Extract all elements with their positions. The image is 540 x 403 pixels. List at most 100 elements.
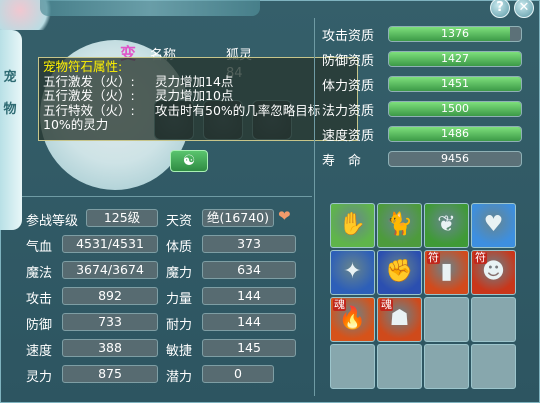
stat-label: 敏捷 xyxy=(166,344,193,359)
stat-value: 0 xyxy=(202,365,274,383)
qualification-value: 1486 xyxy=(441,127,469,140)
qualification-row: 寿 命 9456 xyxy=(316,149,532,169)
qualification-row: 速度资质 1486 xyxy=(316,124,532,144)
stat-label: 天资 xyxy=(166,214,193,229)
stat-value: 634 xyxy=(202,261,296,279)
stat-label: 灵力 xyxy=(26,370,53,385)
skill-cat[interactable]: 🐈 xyxy=(377,203,422,248)
qualification-label: 防御资质 xyxy=(322,54,375,69)
stat-value: 125级 xyxy=(86,209,158,227)
heart-icon[interactable]: ❤ xyxy=(278,209,294,224)
skill-nature[interactable]: ❦ xyxy=(424,203,469,248)
stat-value: 144 xyxy=(202,313,296,331)
qualification-bar: 1376 xyxy=(388,26,522,42)
stat-label: 体质 xyxy=(166,240,193,255)
skill-empty-6[interactable] xyxy=(471,344,516,389)
qualification-label: 法力资质 xyxy=(322,104,375,119)
skill-glyph-icon: ✋ xyxy=(338,212,367,237)
skill-heart-shield[interactable]: ♥ xyxy=(471,203,516,248)
stat-value: 388 xyxy=(62,339,158,357)
qualification-value: 1376 xyxy=(441,27,469,40)
skill-flame-man[interactable]: ☻ 符 xyxy=(471,250,516,295)
stat-value: 145 xyxy=(202,339,296,357)
tooltip-row: 五行激发（火）: 灵力增加10点 xyxy=(43,88,353,104)
qualification-bar: 9456 xyxy=(388,151,522,167)
tooltip-value: 灵力增加14点 xyxy=(155,73,234,89)
skill-mark-badge: 魂 xyxy=(333,298,346,311)
stat-value: 875 xyxy=(62,365,158,383)
qualification-bar: 1451 xyxy=(388,76,522,92)
skill-mark-badge: 符 xyxy=(474,251,487,264)
side-tab-pet[interactable]: 宠 物 xyxy=(0,30,22,230)
qualification-panel: 攻击资质 1376 防御资质 1427 体力资质 1451 法力资质 1500 … xyxy=(316,18,532,188)
stat-value: 4531/4531 xyxy=(62,235,158,253)
skill-glyph-icon: ♥ xyxy=(483,212,504,237)
stat-label: 力量 xyxy=(166,292,193,307)
tooltip-key: 五行激发（火）: xyxy=(43,73,135,89)
tooltip-key: 五行激发（火）: xyxy=(43,88,135,103)
qualification-value: 1427 xyxy=(441,52,469,65)
skills-grid: ✋ 🐈 ❦ ♥ ✦ ✊ ▮ 符 ☻ 符 🔥 魂 ☗ 魂 xyxy=(330,203,516,389)
skill-glyph-icon: ❦ xyxy=(437,212,456,237)
skill-empty-3[interactable] xyxy=(330,344,375,389)
section-divider xyxy=(22,196,312,197)
stat-value: 733 xyxy=(62,313,158,331)
skill-empty-4[interactable] xyxy=(377,344,422,389)
qualification-bar: 1486 xyxy=(388,126,522,142)
skill-giant[interactable]: ☗ 魂 xyxy=(377,297,422,342)
stat-value: 373 xyxy=(202,235,296,253)
yinyang-button[interactable]: ☯ xyxy=(170,150,208,172)
tooltip-row: 五行特效（火）: 攻击时有50%的几率忽略目标 xyxy=(43,102,353,119)
stat-label: 参战等级 xyxy=(26,214,79,229)
qualification-row: 体力资质 1451 xyxy=(316,74,532,94)
stat-value: 892 xyxy=(62,287,158,305)
skill-fire-swirl[interactable]: 🔥 魂 xyxy=(330,297,375,342)
tooltip-value: 攻击时有50%的几率忽略目标 xyxy=(155,102,321,118)
column-divider xyxy=(314,18,315,396)
stat-label: 防御 xyxy=(26,318,53,333)
title-ornament xyxy=(40,0,260,16)
tooltip-wrap-line: 10%的灵力 xyxy=(43,117,109,132)
skill-blade[interactable]: ✦ xyxy=(330,250,375,295)
qualification-label: 速度资质 xyxy=(322,129,375,144)
stat-label: 耐力 xyxy=(166,318,193,333)
stat-label: 速度 xyxy=(26,344,53,359)
stat-label: 攻击 xyxy=(26,292,53,307)
tooltip-title: 宠物符石属性: xyxy=(43,59,123,74)
tooltip-value: 灵力增加10点 xyxy=(155,88,234,103)
skill-mark-badge: 符 xyxy=(427,251,440,264)
skill-glyph-icon: ✦ xyxy=(343,259,362,284)
skill-glyph-icon: ✊ xyxy=(385,259,414,284)
qualification-value: 1451 xyxy=(441,77,469,90)
qualification-value: 1500 xyxy=(441,102,469,115)
skill-empty-1[interactable] xyxy=(424,297,469,342)
stat-value: 3674/3674 xyxy=(62,261,158,279)
aptitude-value: 绝(16740) xyxy=(202,209,274,227)
qualification-row: 攻击资质 1376 xyxy=(316,24,532,44)
qualification-value: 9456 xyxy=(441,152,469,165)
skill-mark-badge: 魂 xyxy=(380,298,393,311)
qualification-row: 防御资质 1427 xyxy=(316,49,532,69)
qualification-bar: 1500 xyxy=(388,101,522,117)
side-tab-char: 宠 xyxy=(3,70,17,85)
stat-label: 气血 xyxy=(26,240,53,255)
skill-talisman[interactable]: ▮ 符 xyxy=(424,250,469,295)
skill-fist[interactable]: ✊ xyxy=(377,250,422,295)
stat-label: 潜力 xyxy=(166,370,193,385)
qualification-label: 攻击资质 xyxy=(322,29,375,44)
qualification-label: 寿 命 xyxy=(322,154,362,169)
skill-empty-2[interactable] xyxy=(471,297,516,342)
stat-label: 魔法 xyxy=(26,266,53,281)
qualification-bar: 1427 xyxy=(388,51,522,67)
tooltip-row: 五行激发（火）: 灵力增加14点 xyxy=(43,73,353,90)
tooltip-key: 五行特效（火）: xyxy=(43,102,135,118)
qualification-row: 法力资质 1500 xyxy=(316,99,532,119)
skill-glyph-icon: 🐈 xyxy=(385,212,414,237)
side-tab-char: 物 xyxy=(3,102,17,117)
rune-attribute-tooltip: 宠物符石属性: 五行激发（火）: 灵力增加14点 五行激发（火）: 灵力增加10点 … xyxy=(38,57,358,141)
stat-label: 魔力 xyxy=(166,266,193,281)
skill-empty-5[interactable] xyxy=(424,344,469,389)
skill-hand[interactable]: ✋ xyxy=(330,203,375,248)
stat-value: 144 xyxy=(202,287,296,305)
qualification-label: 体力资质 xyxy=(322,79,375,94)
